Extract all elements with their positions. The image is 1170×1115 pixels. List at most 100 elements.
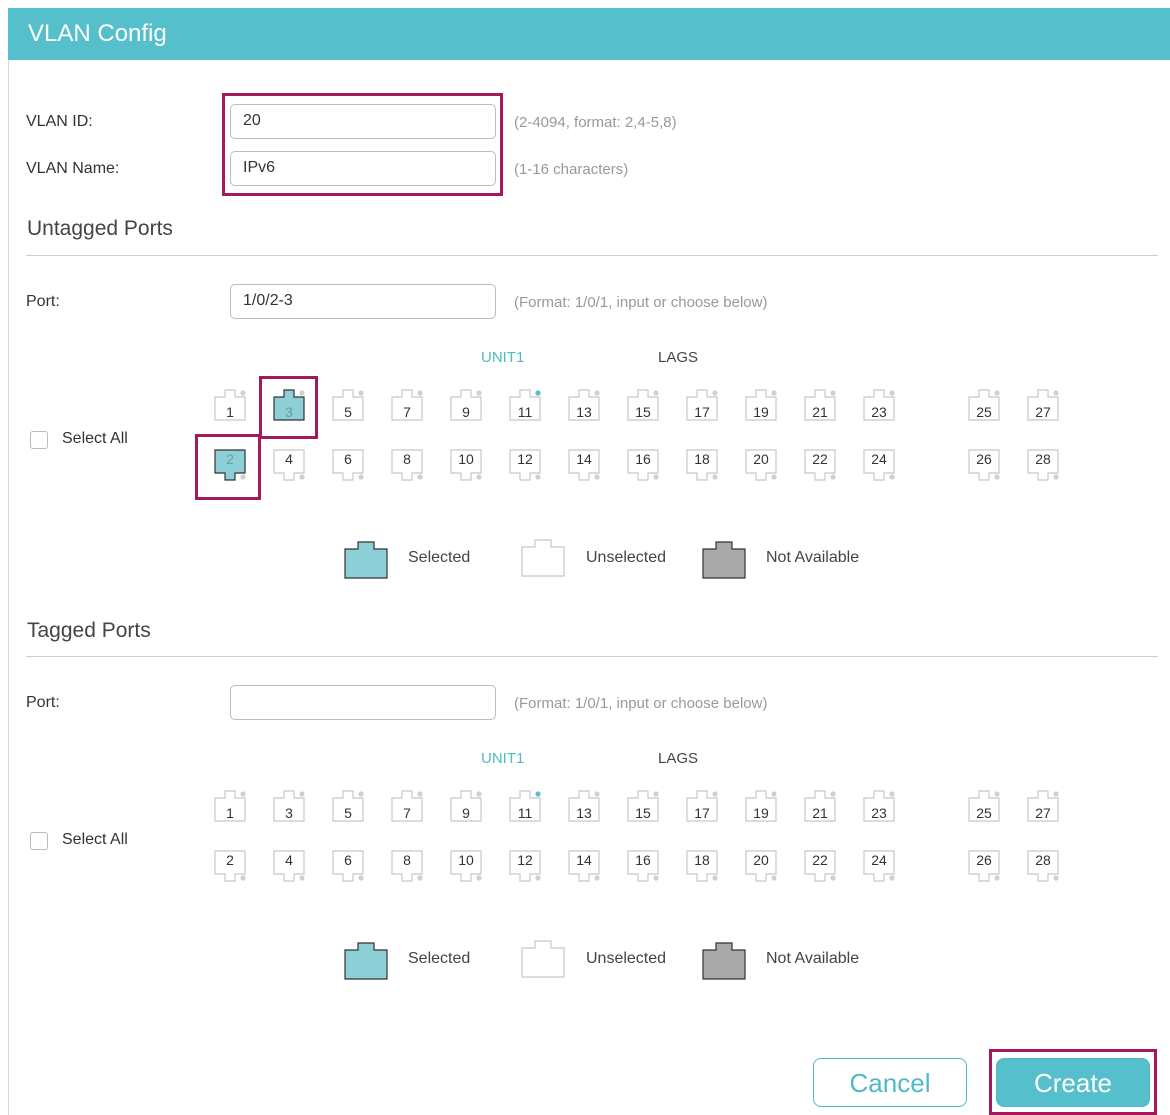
untagged-port-26[interactable]: 26 bbox=[968, 449, 1000, 481]
legend-not-available-label: Not Available bbox=[766, 950, 860, 967]
port-number: 5 bbox=[344, 805, 352, 821]
untagged-port-6[interactable]: 6 bbox=[332, 449, 364, 481]
tagged-port-15[interactable]: 15 bbox=[627, 790, 659, 822]
tagged-port-hint: (Format: 1/0/1, input or choose below) bbox=[514, 695, 768, 712]
tagged-port-5[interactable]: 5 bbox=[332, 790, 364, 822]
untagged-port-28[interactable]: 28 bbox=[1027, 449, 1059, 481]
untagged-port-16[interactable]: 16 bbox=[627, 449, 659, 481]
port-number: 17 bbox=[694, 404, 710, 420]
tagged-port-6[interactable]: 6 bbox=[332, 850, 364, 882]
tagged-port-21[interactable]: 21 bbox=[804, 790, 836, 822]
port-number: 3 bbox=[285, 404, 293, 420]
tagged-port-25[interactable]: 25 bbox=[968, 790, 1000, 822]
tagged-port-13[interactable]: 13 bbox=[568, 790, 600, 822]
untagged-port-11[interactable]: 11 bbox=[509, 389, 541, 421]
tagged-port-input[interactable] bbox=[230, 685, 496, 720]
legend-not-available-icon bbox=[702, 541, 746, 579]
untagged-port-25[interactable]: 25 bbox=[968, 389, 1000, 421]
legend-unselected-label: Unselected bbox=[586, 950, 667, 967]
untagged-ports-title: Untagged Ports bbox=[27, 217, 173, 240]
untagged-port-21[interactable]: 21 bbox=[804, 389, 836, 421]
untagged-port-14[interactable]: 14 bbox=[568, 449, 600, 481]
untagged-port-12[interactable]: 12 bbox=[509, 449, 541, 481]
tagged-unit-label: UNIT1 bbox=[481, 750, 525, 767]
tagged-port-7[interactable]: 7 bbox=[391, 790, 423, 822]
untagged-port-input[interactable]: 1/0/2-3 bbox=[230, 284, 496, 319]
port-number: 16 bbox=[635, 451, 651, 467]
cancel-button[interactable]: Cancel bbox=[813, 1058, 967, 1107]
tagged-port-22[interactable]: 22 bbox=[804, 850, 836, 882]
port-number: 1 bbox=[226, 805, 234, 821]
port-number: 17 bbox=[694, 805, 710, 821]
port-number: 6 bbox=[344, 852, 352, 868]
untagged-select-all-label[interactable]: Select All bbox=[62, 430, 128, 448]
tagged-port-28[interactable]: 28 bbox=[1027, 850, 1059, 882]
untagged-port-20[interactable]: 20 bbox=[745, 449, 777, 481]
untagged-port-9[interactable]: 9 bbox=[450, 389, 482, 421]
port-number: 15 bbox=[635, 805, 651, 821]
tagged-port-19[interactable]: 19 bbox=[745, 790, 777, 822]
tagged-port-16[interactable]: 16 bbox=[627, 850, 659, 882]
untagged-port-3[interactable]: 3 bbox=[273, 389, 305, 421]
tagged-port-18[interactable]: 18 bbox=[686, 850, 718, 882]
untagged-port-27[interactable]: 27 bbox=[1027, 389, 1059, 421]
untagged-port-13[interactable]: 13 bbox=[568, 389, 600, 421]
port-number: 16 bbox=[635, 852, 651, 868]
tagged-port-4[interactable]: 4 bbox=[273, 850, 305, 882]
untagged-select-all-checkbox[interactable] bbox=[30, 431, 48, 449]
create-button[interactable]: Create bbox=[996, 1058, 1150, 1107]
port-number: 19 bbox=[753, 805, 769, 821]
port-number: 3 bbox=[285, 805, 293, 821]
tagged-port-27[interactable]: 27 bbox=[1027, 790, 1059, 822]
untagged-port-7[interactable]: 7 bbox=[391, 389, 423, 421]
tagged-port-10[interactable]: 10 bbox=[450, 850, 482, 882]
port-number: 24 bbox=[871, 451, 887, 467]
port-number: 22 bbox=[812, 451, 828, 467]
untagged-port-15[interactable]: 15 bbox=[627, 389, 659, 421]
legend-selected-icon bbox=[344, 541, 388, 579]
vlan-name-label: VLAN Name: bbox=[26, 160, 120, 177]
tagged-port-26[interactable]: 26 bbox=[968, 850, 1000, 882]
tagged-port-12[interactable]: 12 bbox=[509, 850, 541, 882]
tagged-port-14[interactable]: 14 bbox=[568, 850, 600, 882]
tagged-port-3[interactable]: 3 bbox=[273, 790, 305, 822]
tagged-port-label: Port: bbox=[26, 694, 60, 711]
port-number: 7 bbox=[403, 404, 411, 420]
tagged-port-20[interactable]: 20 bbox=[745, 850, 777, 882]
untagged-port-17[interactable]: 17 bbox=[686, 389, 718, 421]
untagged-port-22[interactable]: 22 bbox=[804, 449, 836, 481]
tagged-select-all-checkbox[interactable] bbox=[30, 832, 48, 850]
tagged-port-17[interactable]: 17 bbox=[686, 790, 718, 822]
untagged-port-10[interactable]: 10 bbox=[450, 449, 482, 481]
port-number: 4 bbox=[285, 451, 293, 467]
tagged-ports-title: Tagged Ports bbox=[27, 619, 151, 642]
tagged-select-all-label[interactable]: Select All bbox=[62, 831, 128, 849]
port-number: 26 bbox=[976, 852, 992, 868]
tagged-port-8[interactable]: 8 bbox=[391, 850, 423, 882]
port-number: 25 bbox=[976, 404, 992, 420]
vlan-id-input[interactable]: 20 bbox=[230, 104, 496, 139]
untagged-port-18[interactable]: 18 bbox=[686, 449, 718, 481]
untagged-port-19[interactable]: 19 bbox=[745, 389, 777, 421]
port-number: 14 bbox=[576, 852, 592, 868]
untagged-port-1[interactable]: 1 bbox=[214, 389, 246, 421]
tagged-port-9[interactable]: 9 bbox=[450, 790, 482, 822]
tagged-port-1[interactable]: 1 bbox=[214, 790, 246, 822]
vlan-name-input[interactable]: IPv6 bbox=[230, 151, 496, 186]
untagged-port-2[interactable]: 2 bbox=[214, 449, 246, 481]
untagged-port-4[interactable]: 4 bbox=[273, 449, 305, 481]
port-number: 11 bbox=[517, 404, 533, 420]
untagged-unit-label: UNIT1 bbox=[481, 349, 525, 366]
port-number: 9 bbox=[462, 404, 470, 420]
untagged-port-24[interactable]: 24 bbox=[863, 449, 895, 481]
port-number: 7 bbox=[403, 805, 411, 821]
tagged-port-23[interactable]: 23 bbox=[863, 790, 895, 822]
untagged-port-8[interactable]: 8 bbox=[391, 449, 423, 481]
untagged-port-hint: (Format: 1/0/1, input or choose below) bbox=[514, 294, 768, 311]
tagged-port-2[interactable]: 2 bbox=[214, 850, 246, 882]
untagged-port-23[interactable]: 23 bbox=[863, 389, 895, 421]
tagged-port-11[interactable]: 11 bbox=[509, 790, 541, 822]
port-number: 12 bbox=[517, 451, 533, 467]
tagged-port-24[interactable]: 24 bbox=[863, 850, 895, 882]
untagged-port-5[interactable]: 5 bbox=[332, 389, 364, 421]
